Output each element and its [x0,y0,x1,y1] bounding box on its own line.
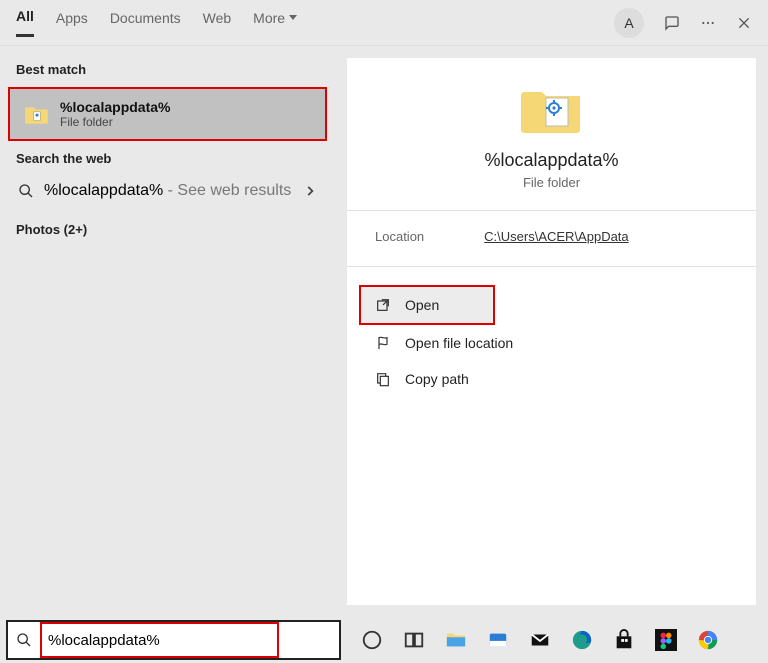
best-match-title: %localappdata% [60,99,170,115]
action-copy-path[interactable]: Copy path [347,361,756,397]
header-actions: A [614,8,752,38]
location-label: Location [375,229,424,244]
main-content: Best match %localappdata% File folder Se… [0,46,768,617]
search-icon [16,632,32,648]
preview-title: %localappdata% [484,150,618,171]
search-header: All Apps Documents Web More A [0,0,768,46]
open-icon [375,297,391,313]
divider [347,210,756,211]
preview-subtitle: File folder [523,175,580,190]
action-open-label: Open [405,297,439,313]
web-result-text: %localappdata% - See web results [44,182,291,200]
tab-all[interactable]: All [16,8,34,37]
figma-icon[interactable] [655,629,677,651]
preview-card: %localappdata% File folder Location C:\U… [347,58,756,605]
close-icon[interactable] [736,15,752,31]
tab-apps[interactable]: Apps [56,10,88,36]
web-result-suffix: - See web results [163,182,291,199]
divider [347,266,756,267]
tab-web[interactable]: Web [203,10,232,36]
app-blue-icon[interactable] [487,629,509,651]
tab-more[interactable]: More [253,10,297,36]
results-pane: Best match %localappdata% File folder Se… [0,46,335,617]
taskbar-icons [347,629,719,651]
best-match-text: %localappdata% File folder [60,99,170,129]
chevron-right-icon [303,184,317,198]
feedback-icon[interactable] [664,15,680,31]
mail-icon[interactable] [529,629,551,651]
copy-icon [375,371,391,387]
edge-icon[interactable] [571,629,593,651]
web-result-query: %localappdata% [44,182,163,199]
chevron-down-icon [289,15,297,20]
search-icon [18,183,34,199]
location-link[interactable]: C:\Users\ACER\AppData [484,229,629,244]
best-match-heading: Best match [0,56,335,83]
search-web-heading: Search the web [0,145,335,172]
cortana-icon[interactable] [361,629,383,651]
store-icon[interactable] [613,629,635,651]
tab-documents[interactable]: Documents [110,10,181,36]
search-box[interactable] [6,620,341,660]
file-explorer-icon[interactable] [445,629,467,651]
search-input-highlight [40,622,279,658]
action-open-location-label: Open file location [405,335,513,351]
user-avatar[interactable]: A [614,8,644,38]
best-match-subtitle: File folder [60,115,170,129]
folder-icon [24,103,50,125]
preview-pane: %localappdata% File folder Location C:\U… [335,46,768,617]
action-open-location[interactable]: Open file location [347,325,756,361]
web-result-row[interactable]: %localappdata% - See web results [0,172,335,210]
tab-more-label: More [253,10,285,26]
filter-tabs: All Apps Documents Web More [16,8,297,37]
preview-meta: Location C:\Users\ACER\AppData [347,229,756,266]
action-copy-path-label: Copy path [405,371,469,387]
best-match-result[interactable]: %localappdata% File folder [8,87,327,141]
more-options-icon[interactable] [700,15,716,31]
chrome-icon[interactable] [697,629,719,651]
folder-large-icon [520,82,584,136]
task-view-icon[interactable] [403,629,425,651]
search-input[interactable] [48,632,271,649]
bottom-bar [0,617,768,663]
preview-header: %localappdata% File folder [347,58,756,210]
open-location-icon [375,335,391,351]
action-open[interactable]: Open [359,285,495,325]
photos-heading[interactable]: Photos (2+) [0,210,335,249]
